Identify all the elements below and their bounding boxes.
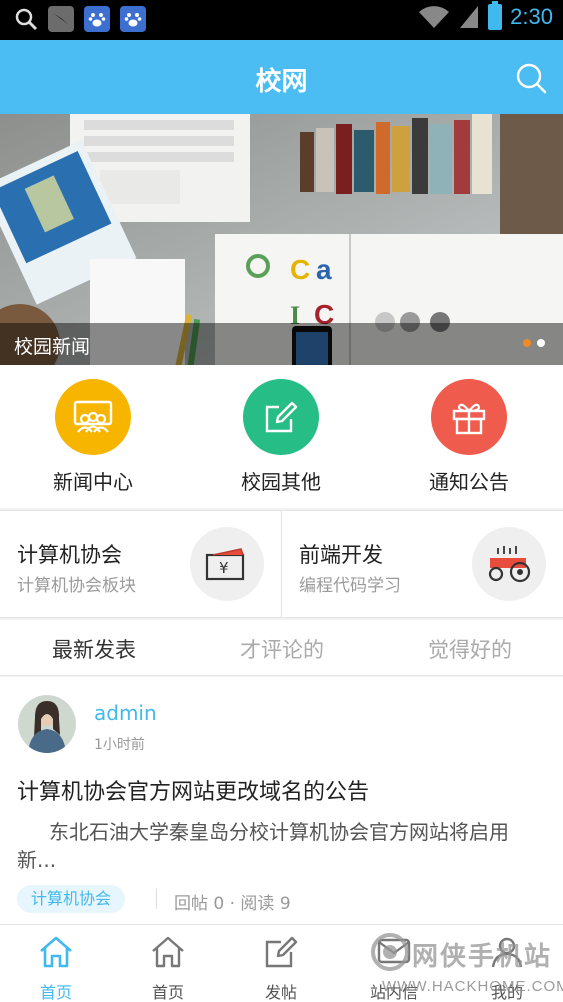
board-icon-circle (472, 527, 546, 601)
category-grid: 新闻中心 校园其他 通知公告 (0, 365, 563, 508)
nav-messages[interactable]: 站内信 (338, 933, 450, 1002)
category-label: 校园其他 (241, 470, 321, 494)
nav-label: 站内信 (369, 983, 418, 1002)
gift-icon (452, 403, 486, 435)
board-subtitle: 编程代码学习 (299, 576, 401, 596)
news-banner[interactable]: C a I C 校园新闻 (0, 114, 563, 365)
wifi-icon (419, 6, 450, 29)
banner-caption: 校园新闻 (14, 336, 91, 358)
money-envelope-icon: ¥ (205, 548, 245, 581)
category-notices[interactable]: 通知公告 (404, 379, 534, 495)
category-label: 新闻中心 (53, 470, 133, 494)
nav-label: 首页 (39, 983, 72, 1002)
app-notification-icon (48, 6, 74, 32)
board-list: 计算机协会 计算机协会板块 ¥ 前端开发 编程代码学习 (0, 510, 563, 618)
edit-icon (265, 401, 298, 433)
avatar[interactable] (18, 695, 76, 753)
board-title: 计算机协会 (17, 543, 122, 567)
svg-text:¥: ¥ (219, 559, 229, 577)
board-frontend-dev[interactable]: 前端开发 编程代码学习 (281, 511, 563, 617)
compose-icon (262, 933, 300, 971)
nav-home-2[interactable]: 首页 (112, 933, 224, 1002)
banner-dot-active[interactable] (537, 339, 545, 347)
bottom-nav: 首页 首页 发帖 站内信 我的 (0, 924, 563, 1002)
tractor-icon (488, 546, 531, 583)
home-icon (149, 933, 187, 971)
page-title: 校网 (255, 67, 308, 97)
nav-label: 我的 (490, 983, 523, 1002)
board-subtitle: 计算机协会板块 (17, 576, 136, 596)
status-bar: 2:30 (0, 0, 563, 40)
nav-profile[interactable]: 我的 (451, 933, 563, 1002)
banner-pagination[interactable] (523, 339, 545, 347)
post-title[interactable]: 计算机协会官方网站更改域名的公告 (17, 774, 369, 806)
tab-liked[interactable]: 觉得好的 (376, 634, 563, 664)
signal-icon (460, 6, 479, 28)
svg-text:a: a (316, 254, 332, 285)
tab-recently-commented[interactable]: 才评论的 (188, 634, 376, 664)
nav-post[interactable]: 发帖 (225, 933, 337, 1002)
app-header: 校网 (0, 40, 563, 114)
user-icon (488, 933, 526, 971)
board-icon-circle: ¥ (190, 527, 264, 601)
banner-caption-bar: 校园新闻 (0, 323, 563, 365)
home-icon (37, 933, 75, 971)
baidu-notification-icon (84, 6, 110, 32)
nav-label: 首页 (151, 983, 184, 1002)
feed-tabs: 最新发表 才评论的 觉得好的 (0, 620, 563, 676)
category-news-center[interactable]: 新闻中心 (28, 379, 158, 495)
svg-text:C: C (290, 254, 310, 285)
category-label: 通知公告 (429, 470, 509, 494)
category-icon-circle (431, 379, 507, 455)
post-time: 1小时前 (94, 737, 145, 753)
baidu-notification-icon-2 (120, 6, 146, 32)
battery-icon (488, 1, 503, 30)
search-notification-icon (15, 8, 38, 31)
category-icon-circle (55, 379, 131, 455)
post-author[interactable]: admin (94, 701, 157, 725)
category-campus-other[interactable]: 校园其他 (216, 379, 346, 495)
category-icon-circle (243, 379, 319, 455)
post-tag[interactable]: 计算机协会 (17, 885, 126, 913)
message-icon (375, 933, 413, 971)
people-board-icon (73, 400, 113, 433)
status-time: 2:30 (510, 4, 553, 29)
nav-home[interactable]: 首页 (0, 933, 112, 1002)
board-computer-association[interactable]: 计算机协会 计算机协会板块 ¥ (0, 511, 281, 617)
post-excerpt: 东北石油大学秦皇岛分校计算机协会官方网站将启用新... (17, 820, 509, 872)
tab-latest[interactable]: 最新发表 (0, 634, 188, 664)
search-icon[interactable] (515, 62, 547, 94)
banner-dot[interactable] (523, 339, 531, 347)
board-title: 前端开发 (299, 543, 383, 567)
nav-label: 发帖 (264, 983, 297, 1002)
divider (156, 889, 157, 909)
post-stats: 回帖 0 · 阅读 9 (174, 894, 291, 914)
post-card[interactable]: admin 1小时前 计算机协会官方网站更改域名的公告 东北石油大学秦皇岛分校计… (0, 677, 563, 924)
